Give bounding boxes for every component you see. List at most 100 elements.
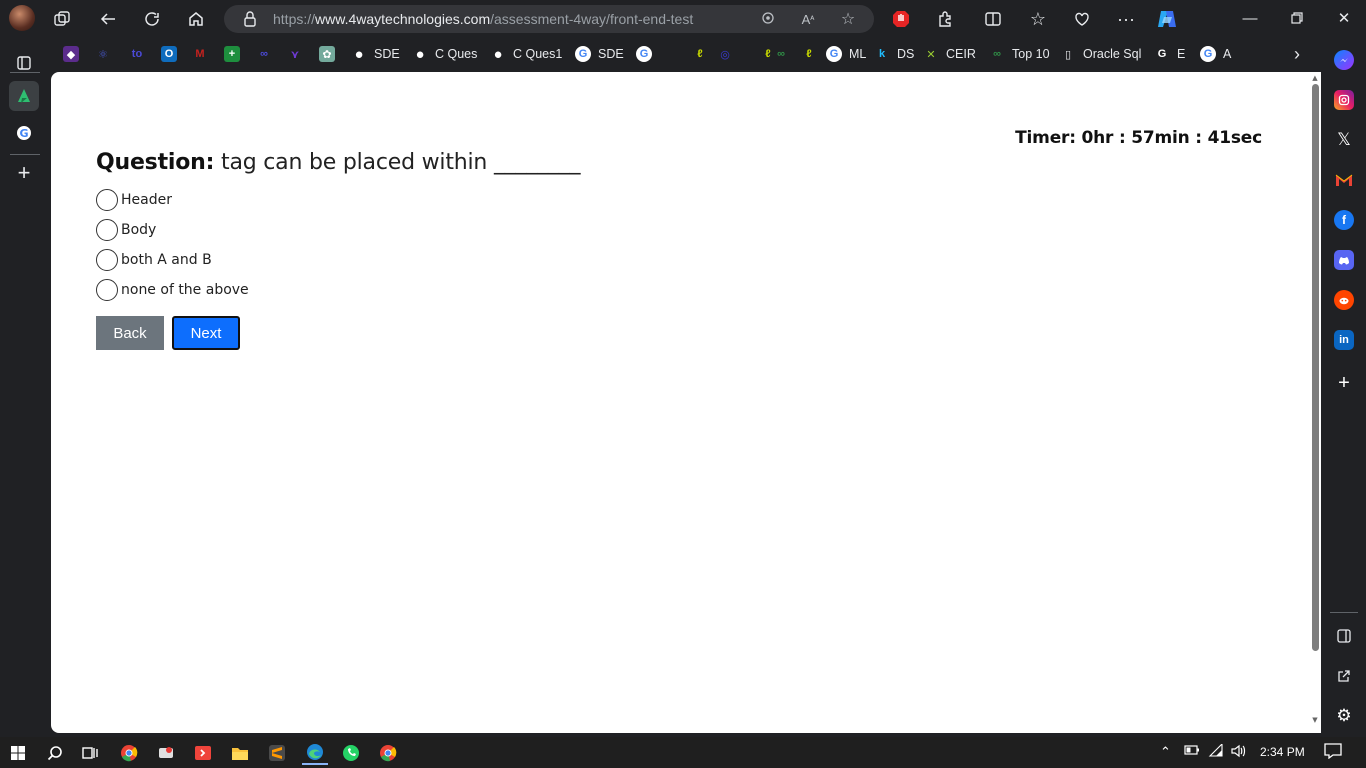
messenger-icon[interactable] [1334, 50, 1354, 70]
radio-button[interactable] [96, 279, 118, 301]
gmail-icon[interactable] [1334, 170, 1354, 190]
star-icon[interactable]: ☆ [838, 9, 858, 29]
active-tab-favicon-icon[interactable] [9, 81, 39, 111]
open-external-icon[interactable] [1334, 666, 1354, 686]
option-c[interactable]: both A and B [96, 245, 249, 275]
back-arrow-icon[interactable] [95, 6, 121, 32]
browser-essentials-icon[interactable] [1069, 6, 1095, 32]
favorite-item[interactable]: ◎ [717, 45, 740, 63]
address-bar[interactable]: https://www.4waytechnologies.com/assessm… [224, 5, 874, 33]
scroll-down-arrow-icon[interactable]: ▼ [1311, 716, 1319, 724]
favorite-item[interactable]: M [192, 45, 215, 63]
favorite-item[interactable]: ⋎ [287, 45, 310, 63]
favorites-overflow-chevron-icon[interactable]: › [1283, 40, 1311, 68]
favorites-icon[interactable]: ☆ [1025, 6, 1051, 32]
extensions-icon[interactable] [932, 6, 958, 32]
favorite-item[interactable]: + [224, 45, 247, 63]
restore-icon[interactable] [1287, 8, 1307, 28]
instagram-icon[interactable] [1334, 90, 1354, 110]
close-window-icon[interactable]: ✕ [1334, 8, 1354, 28]
file-explorer-icon[interactable] [228, 741, 252, 765]
favorite-item[interactable]: GA [1200, 45, 1231, 63]
hide-sidebar-icon[interactable] [1334, 626, 1354, 646]
favorite-item[interactable]: G [636, 45, 659, 63]
reddit-icon[interactable] [1334, 290, 1354, 310]
volume-icon[interactable] [1231, 744, 1247, 761]
edge-icon[interactable] [302, 741, 328, 765]
x-twitter-icon[interactable]: 𝕏 [1334, 130, 1354, 150]
scrollbar-thumb[interactable] [1312, 84, 1319, 651]
favorite-item[interactable]: ✿ [319, 45, 342, 63]
favorite-item[interactable]: O [161, 45, 184, 63]
refresh-icon[interactable] [139, 6, 165, 32]
linkedin-icon[interactable]: in [1334, 330, 1354, 350]
home-icon[interactable] [183, 6, 209, 32]
search-icon[interactable] [43, 741, 67, 765]
copilot-icon[interactable] [1154, 6, 1180, 32]
favorite-item[interactable]: ● C Ques [412, 45, 477, 63]
favorite-item[interactable]: GE [1154, 45, 1186, 63]
favorite-item[interactable]: to [129, 45, 152, 63]
anydesk-icon[interactable] [191, 741, 215, 765]
favorite-item[interactable]: ● SDE [351, 45, 400, 63]
discord-icon[interactable] [1334, 250, 1354, 270]
favorite-item[interactable]: ✕ CEIR [923, 45, 975, 63]
favorite-item[interactable]: ▯ Oracle Sql [1060, 45, 1141, 63]
notifications-icon[interactable] [1324, 743, 1342, 762]
favorite-label: SDE [374, 47, 400, 61]
tab-actions-icon[interactable] [9, 48, 39, 78]
show-hidden-icons-chevron-up-icon[interactable]: ⌃ [1160, 744, 1171, 760]
whatsapp-icon[interactable] [339, 741, 363, 765]
app-shortcut-icon[interactable] [154, 741, 178, 765]
settings-gear-icon[interactable]: ⚙ [1334, 706, 1354, 726]
favorite-item[interactable]: ∞ Top 10 [989, 45, 1049, 63]
favorite-item[interactable]: ∞ [256, 45, 279, 63]
favorite-item[interactable]: ⚛ [95, 45, 118, 63]
task-view-icon[interactable] [78, 741, 102, 765]
favorite-item[interactable]: ● C Ques1 [490, 45, 562, 63]
favorite-item[interactable]: G SDE [575, 45, 624, 63]
lock-icon[interactable] [242, 10, 258, 28]
workspaces-icon[interactable] [49, 6, 75, 32]
back-button[interactable]: Back [96, 316, 164, 350]
scroll-up-arrow-icon[interactable]: ▲ [1311, 74, 1319, 82]
split-screen-icon[interactable] [980, 6, 1006, 32]
option-b[interactable]: Body [96, 215, 249, 245]
favorite-item[interactable]: G ML [826, 45, 866, 63]
profile-avatar[interactable] [9, 5, 35, 31]
favorite-item[interactable]: ℓ [801, 45, 824, 63]
windows-start-icon[interactable] [6, 741, 30, 765]
timer: Timer: 0hr : 57min : 41sec [1015, 128, 1262, 148]
minimize-icon[interactable]: — [1240, 8, 1260, 28]
favorite-item[interactable]: ◆ [63, 45, 86, 63]
favorite-item[interactable]: ℓ [692, 45, 715, 63]
windows-taskbar: ⌃ 2:34 PM [0, 737, 1366, 768]
favorite-item[interactable]: ∞ [773, 45, 796, 63]
read-aloud-icon[interactable]: Aᴬ [798, 9, 818, 29]
new-tab-plus-icon[interactable]: + [9, 158, 39, 188]
radio-button[interactable] [96, 249, 118, 271]
option-d[interactable]: none of the above [96, 275, 249, 305]
chrome-profile-icon[interactable] [376, 741, 400, 765]
radio-button[interactable] [96, 219, 118, 241]
chrome-icon[interactable] [117, 741, 141, 765]
facebook-icon[interactable]: f [1334, 210, 1354, 230]
option-label: none of the above [121, 282, 249, 298]
google-tab-icon[interactable]: G [9, 118, 39, 148]
github-icon: ● [493, 45, 503, 63]
favorites-bar: ◆ ⚛ to O M + ∞ ⋎ ✿ ● SDE ● C Ques ● C Ques1 G SDE Gℓ ◎ ℓ ∞ ℓ G… [51, 38, 1321, 70]
add-sidebar-app-plus-icon[interactable]: + [1334, 372, 1354, 394]
more-options-icon[interactable]: ··· [1113, 6, 1139, 32]
option-a[interactable]: Header [96, 185, 249, 215]
sublime-text-icon[interactable] [265, 741, 289, 765]
url-text[interactable]: https://www.4waytechnologies.com/assessm… [273, 11, 693, 27]
favorite-item[interactable]: k DS [874, 45, 914, 63]
system-clock[interactable]: 2:34 PM [1260, 745, 1305, 759]
radio-button[interactable] [96, 189, 118, 211]
wifi-icon[interactable] [1208, 742, 1224, 761]
adblock-icon[interactable] [888, 6, 914, 32]
next-button[interactable]: Next [172, 316, 240, 350]
chatgpt-icon: ✿ [319, 46, 335, 62]
battery-icon[interactable] [1184, 744, 1200, 759]
location-icon[interactable] [758, 9, 778, 29]
